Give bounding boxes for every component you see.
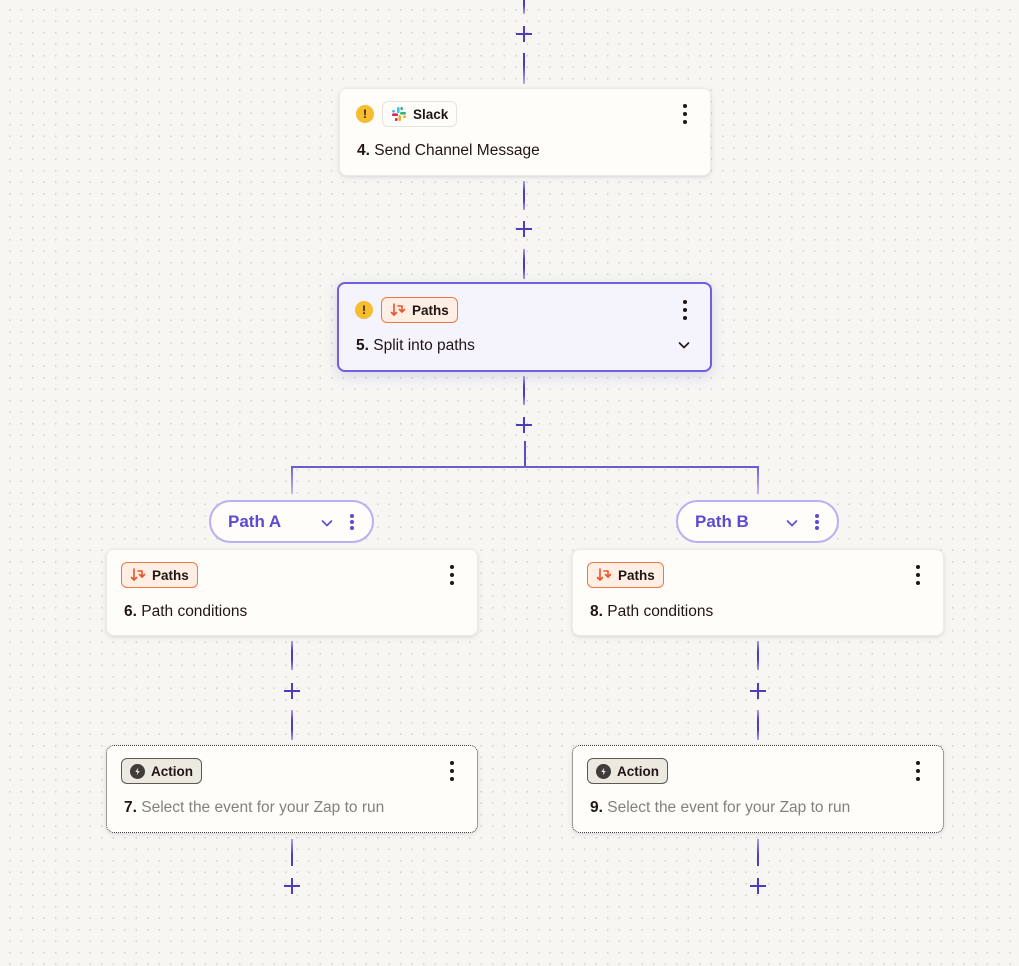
connector-line [291,641,293,670]
app-badge-label: Action [151,763,193,779]
step-title: 5. Split into paths [356,337,475,355]
app-badge-slack[interactable]: Slack [382,101,458,127]
step-title-text: Send Channel Message [374,142,540,159]
path-label: Path B [695,512,749,531]
connector-line [291,839,293,866]
connector-line [523,0,525,14]
step-number: 5. [356,337,369,354]
step-card-8[interactable]: Paths 8. Path conditions [572,549,944,636]
step-card-header: ! Paths [355,297,458,323]
step-number: 8. [590,603,603,620]
kebab-menu-icon[interactable] [913,761,923,781]
step-card-5[interactable]: ! Paths 5. Split into paths [337,282,712,372]
paths-icon [596,568,612,581]
step-card-header: Action [587,758,668,784]
step-number: 7. [124,799,137,816]
app-badge-paths[interactable]: Paths [381,297,458,323]
step-title-text: Split into paths [373,337,475,354]
path-a-pill[interactable]: Path A [209,500,374,543]
connector-line [523,376,525,405]
add-step-button[interactable] [283,682,301,700]
connector-line [757,466,759,494]
app-badge-label: Paths [412,302,449,318]
step-title: 7. Select the event for your Zap to run [124,799,384,817]
warning-icon[interactable]: ! [355,301,373,319]
path-b-pill[interactable]: Path B [676,500,839,543]
app-badge-label: Paths [152,567,189,583]
app-badge-label: Paths [618,567,655,583]
branch-connector [291,466,759,468]
step-card-header: Action [121,758,202,784]
app-badge-paths[interactable]: Paths [121,562,198,588]
connector-line [757,641,759,670]
step-title: 9. Select the event for your Zap to run [590,799,850,817]
add-step-button[interactable] [749,877,767,895]
connector-line [291,466,293,494]
step-number: 6. [124,603,137,620]
paths-icon [390,303,406,316]
app-badge-paths[interactable]: Paths [587,562,664,588]
add-step-button[interactable] [515,25,533,43]
zap-editor-canvas: ! Slack 4. Send Channel Message ! Paths … [0,0,1019,966]
step-title-text: Path conditions [141,603,248,620]
step-title-text: Select the event for your Zap to run [607,799,851,816]
add-step-button[interactable] [283,877,301,895]
step-number: 4. [357,142,370,159]
kebab-menu-icon[interactable] [349,514,355,530]
step-card-header: ! Slack [356,101,458,127]
warning-icon[interactable]: ! [356,105,374,123]
bolt-icon [130,763,145,779]
step-card-9[interactable]: Action 9. Select the event for your Zap … [572,745,944,833]
connector-line [523,249,525,279]
chevron-down-icon[interactable] [676,337,692,353]
kebab-menu-icon[interactable] [680,104,690,124]
kebab-menu-icon[interactable] [680,300,690,320]
step-card-header: Paths [587,562,664,588]
step-title-text: Select the event for your Zap to run [141,799,385,816]
bolt-icon [596,763,611,779]
app-badge-label: Slack [413,106,449,122]
connector-line [757,839,759,866]
paths-icon [130,568,146,581]
step-card-4[interactable]: ! Slack 4. Send Channel Message [339,88,711,176]
add-step-button[interactable] [515,416,533,434]
step-title: 4. Send Channel Message [357,142,540,160]
app-badge-label: Action [617,763,659,779]
chevron-down-icon[interactable] [320,516,334,530]
step-card-header: Paths [121,562,198,588]
add-step-button[interactable] [515,220,533,238]
app-badge-action[interactable]: Action [587,758,668,784]
app-badge-action[interactable]: Action [121,758,202,784]
step-title-text: Path conditions [607,603,714,620]
step-card-7[interactable]: Action 7. Select the event for your Zap … [106,745,478,833]
connector-line [524,441,526,468]
connector-line [291,710,293,740]
step-title: 8. Path conditions [590,603,713,621]
slack-icon [392,107,406,121]
connector-line [523,53,525,84]
step-number: 9. [590,799,603,816]
kebab-menu-icon[interactable] [447,565,457,585]
chevron-down-icon[interactable] [785,516,799,530]
kebab-menu-icon[interactable] [447,761,457,781]
add-step-button[interactable] [749,682,767,700]
kebab-menu-icon[interactable] [913,565,923,585]
step-card-6[interactable]: Paths 6. Path conditions [106,549,478,636]
kebab-menu-icon[interactable] [814,514,820,530]
path-label: Path A [228,512,282,531]
connector-line [757,710,759,740]
step-title: 6. Path conditions [124,603,247,621]
connector-line [523,181,525,210]
